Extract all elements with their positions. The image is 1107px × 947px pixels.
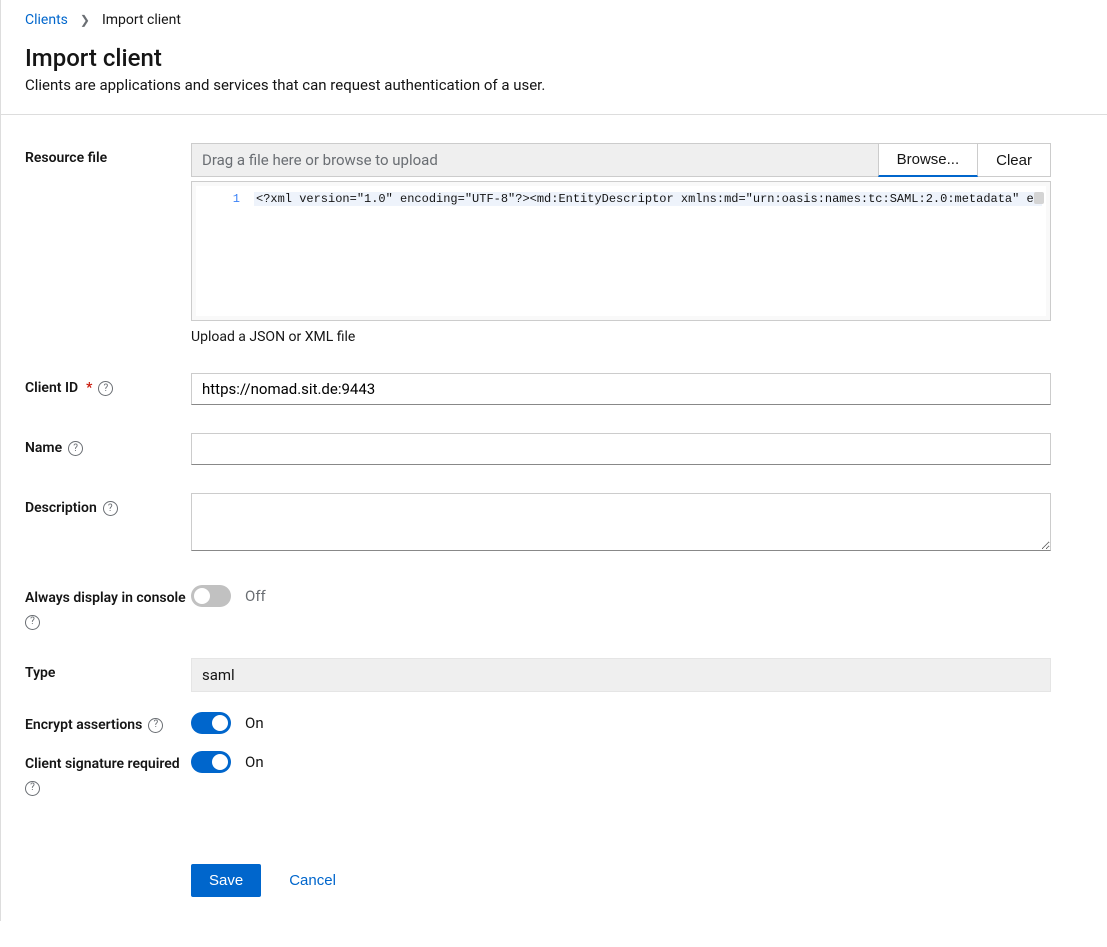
description-textarea[interactable] [191,493,1051,551]
label-client-id: Client ID * ? [25,373,191,399]
breadcrumb-clients-link[interactable]: Clients [25,12,68,28]
page-subtitle: Clients are applications and services th… [25,76,1083,94]
encrypt-assertions-toggle[interactable] [191,712,231,734]
breadcrumb-current: Import client [102,12,181,28]
label-description: Description ? [25,493,191,519]
client-signature-state: On [245,753,264,771]
client-id-input[interactable] [191,373,1051,405]
required-indicator: * [86,379,92,399]
help-icon[interactable]: ? [25,781,40,796]
label-client-signature: Client signature required ? [25,749,191,796]
help-icon[interactable]: ? [103,501,118,516]
client-signature-toggle[interactable] [191,751,231,773]
help-icon[interactable]: ? [25,615,40,630]
encrypt-assertions-state: On [245,714,264,732]
upload-hint: Upload a JSON or XML file [191,329,1051,345]
clear-button[interactable]: Clear [978,143,1051,177]
cancel-button[interactable]: Cancel [289,872,336,889]
code-line-number: 1 [196,186,250,316]
label-resource-file: Resource file [25,143,191,169]
file-drop-area[interactable]: Drag a file here or browse to upload [191,143,878,177]
always-display-state: Off [245,587,266,605]
help-icon[interactable]: ? [98,381,113,396]
browse-button[interactable]: Browse... [878,143,979,177]
page-title: Import client [25,44,1083,72]
label-type: Type [25,658,191,684]
label-always-display: Always display in console ? [25,583,191,630]
always-display-toggle[interactable] [191,585,231,607]
label-name: Name ? [25,433,191,459]
help-icon[interactable]: ? [148,718,163,733]
save-button[interactable]: Save [191,864,261,897]
chevron-right-icon: ❯ [80,13,90,27]
help-icon[interactable]: ? [68,441,83,456]
scrollbar-vertical[interactable] [1034,192,1044,204]
name-input[interactable] [191,433,1051,465]
type-readonly: saml [191,658,1051,692]
code-editor[interactable]: 1 <?xml version="1.0" encoding="UTF-8"?>… [191,181,1051,321]
breadcrumb: Clients ❯ Import client [25,12,1083,28]
code-line-1: <?xml version="1.0" encoding="UTF-8"?><m… [254,192,1042,206]
label-encrypt-assertions: Encrypt assertions ? [25,710,191,736]
